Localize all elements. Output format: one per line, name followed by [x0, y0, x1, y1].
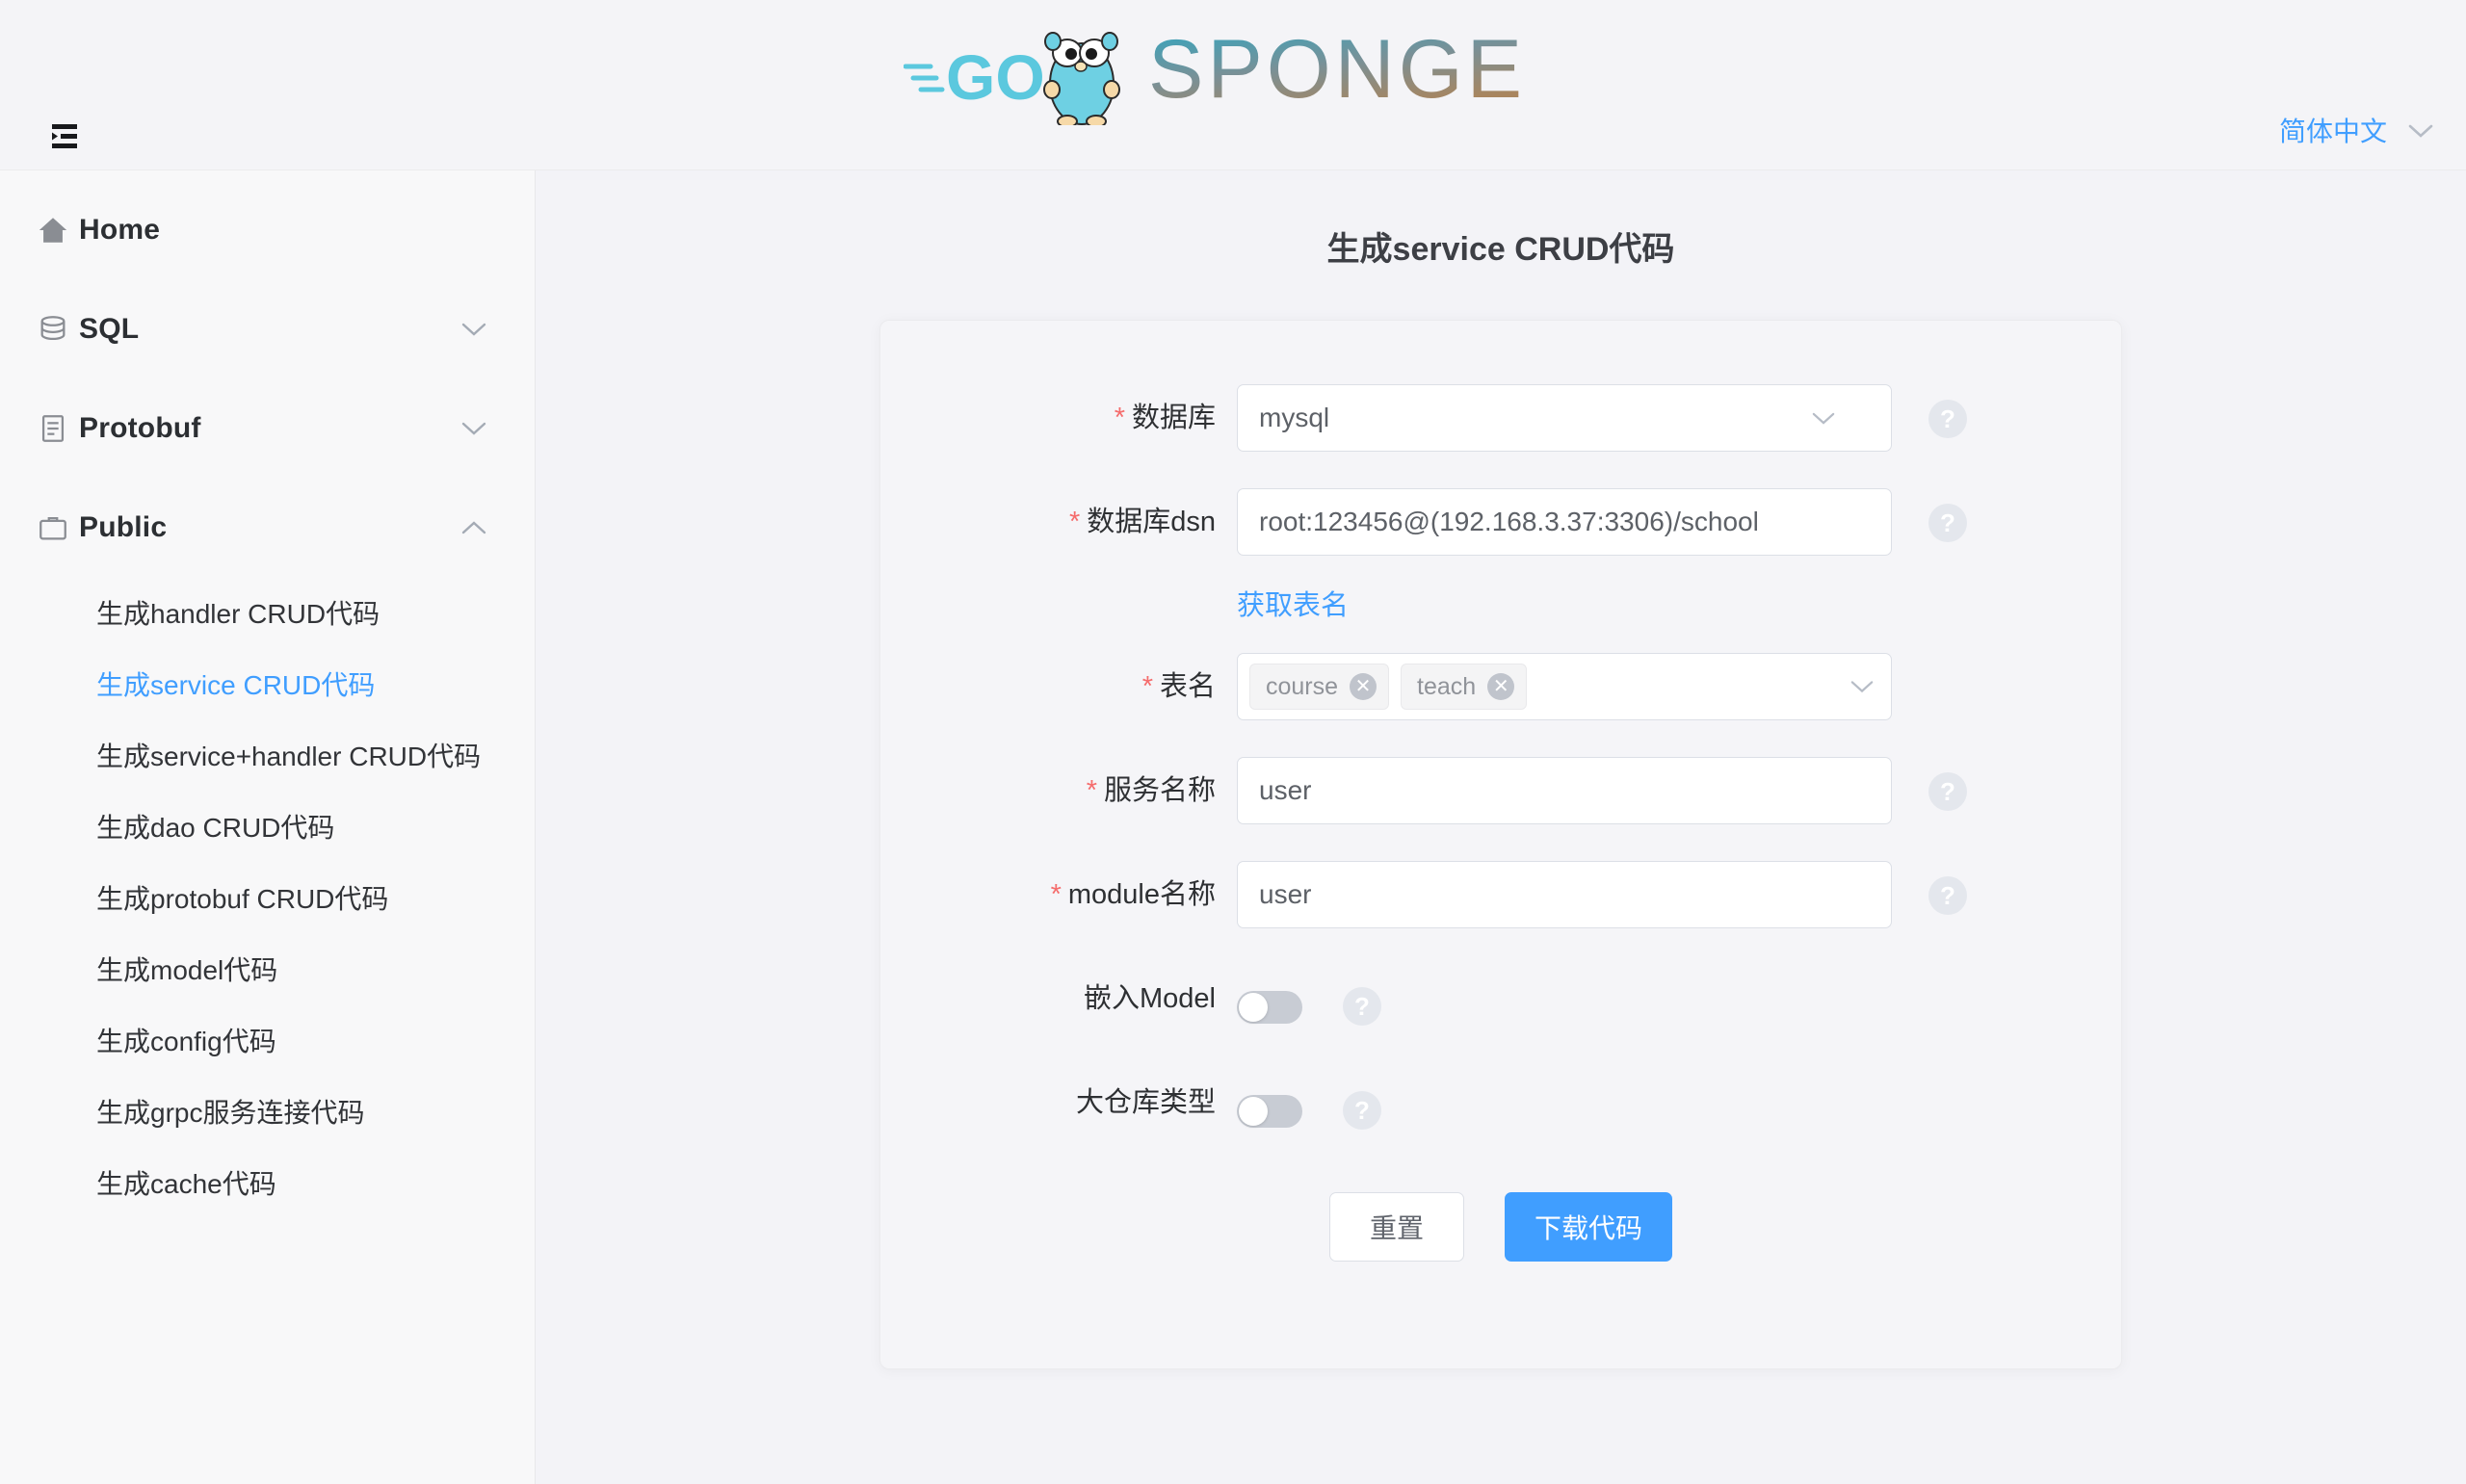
sidebar-item-protobuf[interactable]: Protobuf: [0, 378, 535, 478]
submenu-item-service-handler-crud[interactable]: 生成service+handler CRUD代码: [0, 719, 535, 791]
sidebar-item-label: Protobuf: [79, 411, 201, 444]
table-tag[interactable]: course ✕: [1249, 664, 1390, 710]
required-asterisk: *: [1068, 507, 1081, 537]
submenu-item-handler-crud[interactable]: 生成handler CRUD代码: [0, 577, 535, 648]
form-row-embed-model: 嵌入Model ?: [880, 965, 2121, 1032]
sidebar-item-label: Public: [79, 510, 168, 543]
database-select[interactable]: mysql: [1237, 384, 1892, 452]
fetch-tables-row: 获取表名: [880, 592, 2121, 620]
briefcase-icon: [37, 511, 79, 544]
toggle-knob: [1239, 993, 1268, 1022]
form-row-service-name: * 服务名称 user ?: [880, 757, 2121, 824]
sidebar: Home SQL Protobuf Public 生成handler CRUD代…: [0, 170, 536, 1484]
reset-button[interactable]: 重置: [1328, 1192, 1464, 1262]
sidebar-item-label: Home: [79, 213, 161, 246]
sponge-wordmark: SPONGE: [1148, 32, 1526, 116]
sidebar-item-public[interactable]: Public: [0, 478, 535, 577]
close-icon[interactable]: ✕: [1350, 673, 1377, 700]
module-name-input[interactable]: user: [1237, 861, 1892, 928]
required-asterisk: *: [1086, 775, 1097, 806]
form-row-dsn: * 数据库dsn root:123456@(192.168.3.37:3306)/…: [880, 488, 2121, 556]
mono-repo-label: 大仓库类型: [1075, 1087, 1216, 1118]
table-tag-label: teach: [1417, 672, 1477, 700]
chevron-down-icon: [2408, 115, 2433, 145]
label-spacer: [880, 592, 1237, 620]
required-asterisk: *: [1050, 879, 1062, 910]
table-tag[interactable]: teach ✕: [1401, 664, 1528, 710]
sidebar-item-sql[interactable]: SQL: [0, 279, 535, 378]
submenu-item-cache[interactable]: 生成cache代码: [0, 1147, 535, 1218]
fetch-tables-link[interactable]: 获取表名: [1237, 592, 1349, 620]
dsn-input[interactable]: root:123456@(192.168.3.37:3306)/school: [1237, 488, 1892, 556]
home-icon: [37, 214, 79, 247]
public-submenu: 生成handler CRUD代码 生成service CRUD代码 生成serv…: [0, 577, 535, 1218]
dsn-help-icon[interactable]: ?: [1928, 504, 1967, 542]
embed-model-toggle[interactable]: [1237, 991, 1302, 1024]
mono-repo-help-icon[interactable]: ?: [1343, 1091, 1381, 1130]
tables-multiselect[interactable]: course ✕ teach ✕: [1237, 653, 1892, 720]
chevron-down-icon[interactable]: [461, 421, 486, 436]
form-row-mono-repo: 大仓库类型 ?: [880, 1069, 2121, 1136]
database-icon: [37, 313, 79, 346]
chevron-up-icon[interactable]: [461, 520, 486, 535]
form-row-module-name: * module名称 user ?: [880, 861, 2121, 928]
chevron-down-icon[interactable]: [461, 322, 486, 337]
database-help-icon[interactable]: ?: [1928, 400, 1967, 438]
submenu-item-service-crud[interactable]: 生成service CRUD代码: [0, 648, 535, 719]
form-row-database: * 数据库 mysql ?: [880, 384, 2121, 452]
required-asterisk: *: [1114, 403, 1125, 433]
page-title: 生成service CRUD代码: [1326, 231, 1675, 268]
module-name-value: user: [1259, 879, 1312, 909]
service-name-label: * 服务名称: [1086, 775, 1216, 806]
dsn-label: * 数据库dsn: [1068, 507, 1216, 537]
app-body: Home SQL Protobuf Public 生成handler CRUD代…: [0, 170, 2466, 1484]
language-label: 简体中文: [2278, 117, 2387, 146]
download-code-button[interactable]: 下载代码: [1504, 1192, 1672, 1262]
toggle-knob: [1239, 1097, 1268, 1126]
language-selector[interactable]: 简体中文: [2279, 111, 2433, 149]
sidebar-item-home[interactable]: Home: [0, 180, 535, 279]
service-name-value: user: [1259, 775, 1312, 805]
required-asterisk: *: [1141, 671, 1153, 702]
submenu-item-config[interactable]: 生成config代码: [0, 1004, 535, 1076]
embed-model-help-icon[interactable]: ?: [1343, 987, 1381, 1026]
close-icon[interactable]: ✕: [1487, 673, 1515, 700]
svg-text:GO: GO: [946, 41, 1045, 113]
submenu-item-protobuf-crud[interactable]: 生成protobuf CRUD代码: [0, 862, 535, 933]
dsn-value: root:123456@(192.168.3.37:3306)/school: [1259, 507, 1759, 536]
service-name-help-icon[interactable]: ?: [1928, 772, 1967, 811]
embed-model-label: 嵌入Model: [1084, 983, 1216, 1014]
chevron-down-icon: [1812, 411, 1835, 426]
database-value: mysql: [1259, 403, 1330, 432]
sidebar-item-label: SQL: [79, 312, 140, 345]
app-header: GO SPONGE 简体中文: [0, 0, 2466, 170]
svg-text:SPONGE: SPONGE: [1148, 32, 1526, 116]
form-row-tables: * 表名 course ✕ teach ✕: [880, 653, 2121, 720]
submenu-item-grpc-conn[interactable]: 生成grpc服务连接代码: [0, 1076, 535, 1147]
module-name-help-icon[interactable]: ?: [1928, 876, 1967, 915]
mono-repo-toggle[interactable]: [1237, 1095, 1302, 1128]
database-label: * 数据库: [1114, 403, 1216, 433]
module-name-label: * module名称: [1050, 879, 1216, 910]
table-tag-label: course: [1266, 672, 1339, 700]
form-actions: 重置 下载代码: [880, 1192, 2121, 1262]
chevron-down-icon: [1850, 680, 1874, 694]
document-icon: [37, 412, 79, 445]
go-gopher-logo-icon: GO: [904, 31, 1120, 125]
main-content: 生成service CRUD代码 * 数据库 mysql ? * 数据库dsn …: [536, 170, 2466, 1484]
app-logo: GO SPONGE: [904, 21, 1562, 127]
tables-label: * 表名: [1141, 671, 1216, 702]
service-name-input[interactable]: user: [1237, 757, 1892, 824]
submenu-item-dao-crud[interactable]: 生成dao CRUD代码: [0, 791, 535, 862]
form-card: * 数据库 mysql ? * 数据库dsn root:123456@(192.…: [879, 320, 2122, 1369]
hamburger-collapse-icon[interactable]: [48, 123, 81, 150]
submenu-item-model[interactable]: 生成model代码: [0, 933, 535, 1004]
